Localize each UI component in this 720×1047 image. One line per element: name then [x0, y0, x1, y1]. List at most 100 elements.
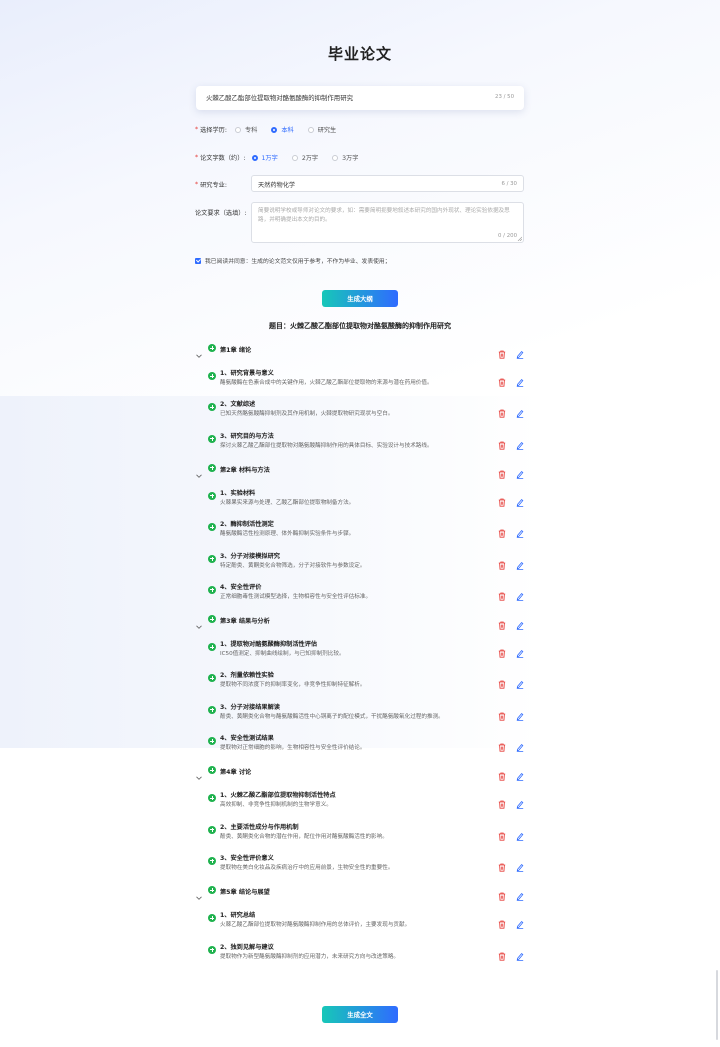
edit-icon[interactable] [516, 586, 524, 601]
major-input[interactable]: 天然药物化学 6 / 30 [251, 175, 524, 192]
requirement-placeholder: 简要说明学校或导师对论文的要求，如：需要简明扼要地叙述本研究的国内外现状、理论实… [258, 208, 510, 223]
add-icon[interactable] [208, 463, 216, 472]
edit-icon[interactable] [516, 372, 524, 387]
edit-icon[interactable] [516, 914, 524, 929]
word-count-option-0[interactable]: 1万字 [251, 153, 278, 162]
add-icon[interactable] [208, 794, 216, 803]
delete-icon[interactable] [498, 372, 506, 387]
edit-icon[interactable] [516, 674, 524, 690]
education-option-1[interactable]: 本科 [271, 125, 294, 134]
add-icon[interactable] [208, 705, 216, 714]
edit-icon[interactable] [516, 555, 524, 570]
section-description: 高效抑制、非竞争性抑制机制的生物学意义。 [220, 802, 332, 809]
delete-icon[interactable] [498, 706, 506, 721]
section-description: 提取物对正常细胞的影响，生物相容性与安全性评价结论。 [220, 745, 366, 751]
add-icon[interactable] [208, 434, 216, 443]
outline-title: 题目：火棘乙酸乙酯部位提取物对酪氨酸酶的抑制作用研究 [269, 322, 451, 330]
delete-icon[interactable] [498, 492, 506, 507]
chevron-down-icon[interactable] [195, 767, 203, 781]
generate-full-text-button[interactable]: 生成全文 [322, 1006, 398, 1023]
section-description: 酚类、黄酮类化合物的潜在作用，配位作用对酪氨酸酶活性的影响。 [220, 833, 388, 840]
edit-icon[interactable] [516, 435, 524, 450]
edit-icon[interactable] [516, 946, 524, 961]
chevron-down-icon[interactable] [195, 465, 203, 478]
section-title: 3、安全性评价意义 [220, 854, 274, 862]
add-icon[interactable] [208, 554, 216, 563]
thesis-title-input[interactable]: 火棘乙酸乙酯部位提取物对酪氨酸酶的抑制作用研究 23 / 50 [196, 86, 524, 110]
education-option-2[interactable]: 研究生 [307, 125, 336, 134]
word-count-option-label: 2万字 [301, 155, 319, 162]
education-option-label: 专科 [244, 127, 258, 134]
required-mark: * [195, 126, 199, 133]
section-title: 2、独到见解与建议 [220, 943, 274, 951]
add-icon[interactable] [208, 737, 216, 745]
edit-icon[interactable] [516, 766, 524, 782]
edit-icon[interactable] [516, 737, 524, 752]
delete-icon[interactable] [498, 555, 506, 570]
delete-icon[interactable] [498, 674, 506, 689]
edit-icon[interactable] [516, 857, 524, 872]
checkbox-checked-icon[interactable] [195, 257, 201, 264]
delete-icon[interactable] [498, 857, 506, 872]
edit-icon[interactable] [516, 464, 524, 479]
edit-icon[interactable] [516, 643, 524, 658]
education-option-0[interactable]: 专科 [234, 125, 258, 134]
edit-icon[interactable] [516, 344, 524, 359]
radio-icon [291, 154, 298, 161]
delete-icon[interactable] [498, 464, 506, 479]
delete-icon[interactable] [498, 523, 506, 538]
section-title: 2、文献综述 [220, 401, 256, 409]
page-title: 毕业论文 [327, 45, 392, 63]
major-label: 研究专业: [200, 182, 227, 189]
delete-icon[interactable] [498, 435, 506, 450]
delete-icon[interactable] [498, 826, 506, 841]
add-icon[interactable] [208, 372, 216, 380]
generate-outline-button[interactable]: 生成大纲 [322, 290, 398, 307]
edit-icon[interactable] [516, 794, 524, 810]
add-icon[interactable] [208, 825, 216, 834]
add-icon[interactable] [208, 856, 216, 865]
edit-icon[interactable] [516, 523, 524, 538]
add-icon[interactable] [208, 886, 216, 895]
agreement-checkbox-row[interactable]: 我已阅读并同意：生成的论文范文仅用于参考，不作为毕业、发表使用； [195, 256, 391, 265]
add-icon[interactable] [208, 344, 216, 352]
background-band [0, 396, 720, 748]
section-description: 提取物在美白化妆品及疾病治疗中的应用前景，生物安全性的重要性。 [220, 864, 394, 871]
chevron-down-icon[interactable] [195, 616, 203, 630]
delete-icon[interactable] [498, 766, 506, 781]
delete-icon[interactable] [498, 586, 506, 601]
add-icon[interactable] [208, 945, 216, 954]
edit-icon[interactable] [516, 403, 524, 419]
delete-icon[interactable] [498, 946, 506, 961]
delete-icon[interactable] [498, 643, 506, 658]
requirement-row: 论文要求（选填）: [195, 208, 247, 217]
word-count-option-2[interactable]: 3万字 [332, 153, 358, 162]
add-icon[interactable] [208, 585, 216, 594]
delete-icon[interactable] [498, 794, 506, 809]
edit-icon[interactable] [516, 615, 524, 630]
delete-icon[interactable] [498, 344, 506, 359]
edit-icon[interactable] [516, 492, 524, 507]
section-description: 酚类、黄酮类化合物与酪氨酸酶活性中心铜离子的配位模式，干扰酪氨酸氧化过程的推测。 [220, 713, 444, 720]
radio-selected-icon [251, 154, 258, 161]
delete-icon[interactable] [498, 737, 506, 752]
edit-icon[interactable] [516, 826, 524, 841]
requirement-label: 论文要求（选填）: [195, 210, 247, 217]
chevron-down-icon[interactable] [195, 345, 203, 358]
chapter-label: 第2章 材料与方法 [220, 466, 270, 474]
delete-icon[interactable] [498, 403, 506, 418]
word-count-option-1[interactable]: 2万字 [291, 153, 319, 162]
scrollbar-thumb[interactable] [716, 970, 718, 1040]
edit-icon[interactable] [516, 886, 524, 901]
add-icon[interactable] [208, 914, 216, 923]
requirement-textarea[interactable]: 简要说明学校或导师对论文的要求，如：需要简明扼要地叙述本研究的国内外现状、理论实… [251, 202, 524, 243]
edit-icon[interactable] [516, 706, 524, 721]
chevron-down-icon[interactable] [195, 887, 203, 901]
radio-selected-icon [271, 126, 278, 133]
add-icon[interactable] [208, 491, 216, 500]
delete-icon[interactable] [498, 914, 506, 929]
add-icon[interactable] [208, 766, 216, 775]
delete-icon[interactable] [498, 615, 506, 630]
resize-handle-icon[interactable] [517, 236, 522, 241]
delete-icon[interactable] [498, 886, 506, 901]
